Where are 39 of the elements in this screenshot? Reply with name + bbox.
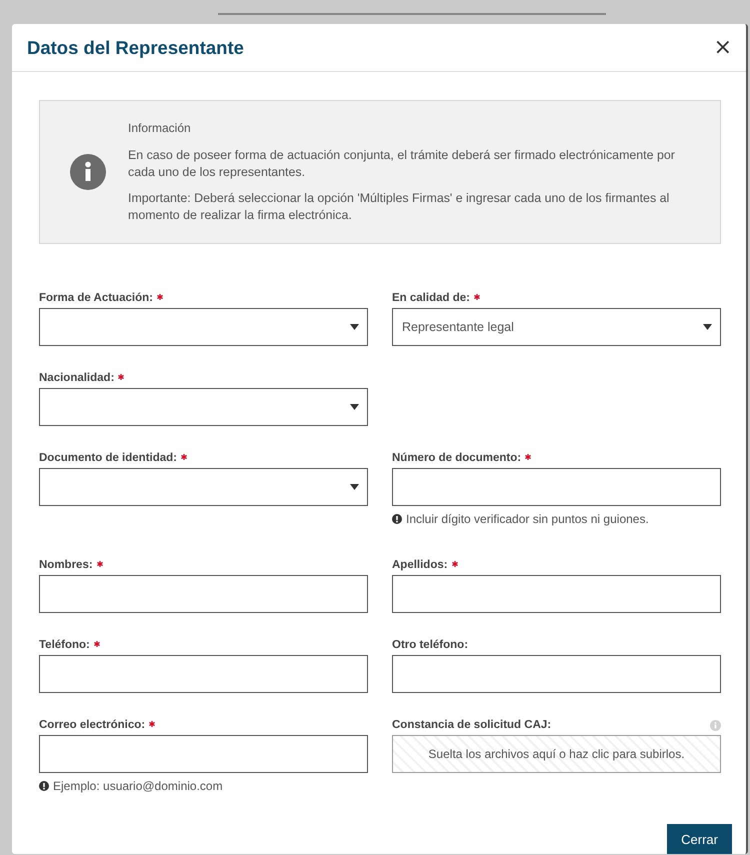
field-label: Teléfono: bbox=[39, 639, 90, 651]
field-label: Apellidos: bbox=[392, 559, 448, 571]
input-field[interactable] bbox=[392, 575, 721, 613]
hint-text: Ejemplo: usuario@dominio.com bbox=[53, 779, 223, 793]
input-field[interactable] bbox=[39, 575, 368, 613]
info-text: En caso de poseer forma de actuación conjunta, el trámite deberá ser firmado electrónicamente por cada uno de los representantes. bbox=[128, 146, 676, 180]
field-label: Otro teléfono: bbox=[392, 639, 468, 651]
field-label: Forma de Actuación: bbox=[39, 292, 153, 304]
input-field[interactable] bbox=[39, 735, 368, 773]
select-field[interactable] bbox=[39, 468, 368, 506]
field-label: En calidad de: bbox=[392, 292, 470, 304]
dialog-title: Datos del Representante bbox=[27, 36, 244, 58]
field-label: Número de documento: bbox=[392, 452, 522, 464]
close-button[interactable]: Cerrar bbox=[667, 824, 732, 854]
field-label: Correo electrónico: bbox=[39, 719, 146, 731]
field-label: Nombres: bbox=[39, 559, 93, 571]
dropdown-arrow-icon bbox=[350, 324, 359, 330]
dropdown-arrow-icon bbox=[350, 404, 359, 410]
select-field[interactable] bbox=[39, 388, 368, 426]
input-field[interactable] bbox=[392, 468, 721, 506]
dropdown-arrow-icon bbox=[350, 484, 359, 490]
dropdown-arrow-icon bbox=[703, 324, 712, 330]
info-icon bbox=[710, 720, 721, 730]
info-text: Importante: Deberá seleccionar la opción 'Múltiples Firmas' e ingresar cada uno de los firmantes al momento de realizar la firma electrónica. bbox=[128, 190, 670, 224]
input-field[interactable] bbox=[392, 655, 721, 693]
close-button[interactable]: × bbox=[714, 36, 732, 58]
alert-icon bbox=[392, 514, 402, 524]
file-drop-zone[interactable]: Suelta los archivos aquí o haz clic para subirlos. bbox=[392, 735, 721, 773]
field-label: Nacionalidad: bbox=[39, 372, 114, 384]
info-icon bbox=[70, 154, 106, 190]
alert-icon bbox=[39, 781, 49, 791]
select-field[interactable]: Representante legal bbox=[392, 308, 721, 346]
field-label: Constancia de solicitud CAJ: bbox=[392, 719, 552, 731]
info-title: Información bbox=[128, 120, 192, 134]
select-field[interactable] bbox=[39, 308, 368, 346]
field-label: Documento de identidad: bbox=[39, 452, 177, 464]
select-value: Representante legal bbox=[402, 320, 514, 334]
hint-text: Incluir dígito verificador sin puntos ni guiones. bbox=[406, 512, 649, 526]
input-field[interactable] bbox=[39, 655, 368, 693]
